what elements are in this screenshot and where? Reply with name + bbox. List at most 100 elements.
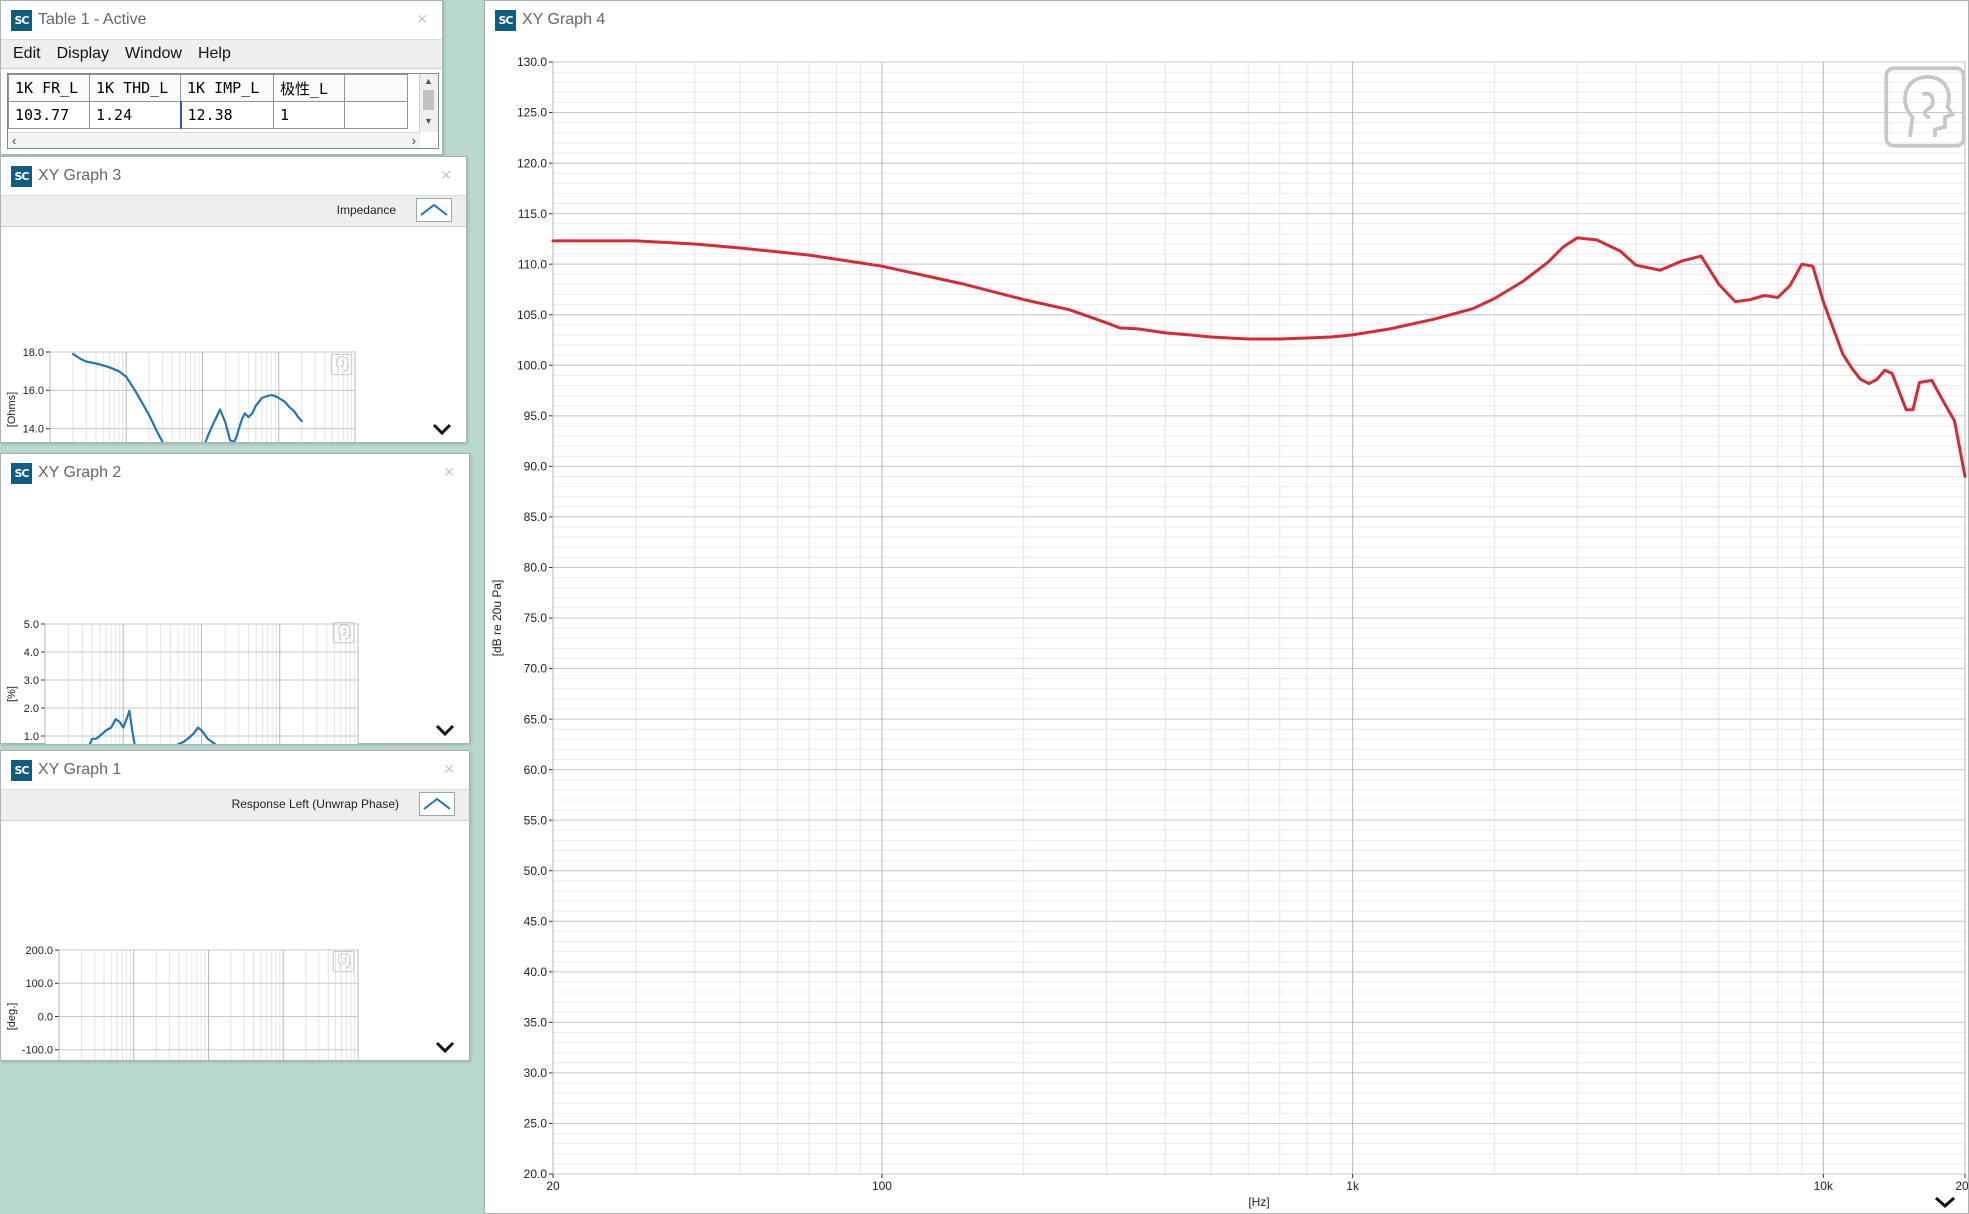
legend-label: Impedance	[336, 203, 396, 217]
line-legend-icon[interactable]	[416, 198, 452, 222]
xy-graph-1-window[interactable]: SC XY Graph 1 ✕ Response Left (Unwrap Ph…	[0, 750, 470, 1061]
y-tick-label: 4.0	[24, 647, 39, 659]
table-cell[interactable]: 1	[273, 101, 345, 129]
y-tick-label: 14.0	[23, 424, 44, 436]
y-tick-label: 110.0	[518, 257, 547, 271]
vertical-scrollbar[interactable]: ▲ ▼	[419, 74, 438, 132]
y-tick-label: 130.0	[517, 55, 547, 69]
scroll-down-icon[interactable]: ▼	[424, 116, 433, 126]
y-tick-label: 35.0	[524, 1016, 548, 1030]
y-tick-label: 16.0	[23, 385, 44, 397]
close-icon[interactable]: ✕	[416, 11, 428, 28]
table1-titlebar[interactable]: SC Table 1 - Active ✕	[1, 1, 442, 39]
window-title: XY Graph 3	[38, 167, 122, 184]
y-tick-label: 200.0	[25, 945, 53, 957]
column-header-empty[interactable]	[344, 74, 408, 102]
close-icon[interactable]: ✕	[443, 761, 455, 778]
y-tick-label: 75.0	[524, 611, 548, 625]
close-icon[interactable]: ✕	[440, 167, 452, 184]
graph3-titlebar[interactable]: SC XY Graph 3 ✕	[1, 157, 466, 195]
y-tick-label: 5.0	[24, 619, 39, 631]
x-tick-label: 20k	[1955, 1179, 1968, 1193]
y-tick-label: 60.0	[524, 763, 548, 777]
y-tick-label: 0.0	[38, 1011, 53, 1023]
sc-app-icon: SC	[11, 462, 32, 484]
graph2-titlebar[interactable]: SC XY Graph 2 ✕	[1, 454, 469, 492]
phase-chart[interactable]: 200.0100.00.0-100.0-200.0101001k10k100k[…	[1, 820, 469, 1060]
table-header-row: 1K FR_L 1K THD_L 1K IMP_L 极性_L	[8, 74, 408, 102]
xy-graph-4-window[interactable]: SC XY Graph 4 130.0 125.0 120.0 115.0 110.0 1…	[484, 0, 1969, 1214]
scroll-right-icon[interactable]: ›	[412, 133, 416, 148]
table-cell[interactable]: 103.77	[8, 101, 90, 129]
menu-edit[interactable]: Edit	[5, 45, 49, 63]
table1-window[interactable]: SC Table 1 - Active ✕ Edit Display Windo…	[0, 0, 443, 155]
y-tick-label: 125.0	[517, 106, 547, 120]
y-tick-label: 100.0	[517, 358, 547, 372]
y-tick-label: 3.0	[24, 675, 39, 687]
y-axis-label: [Ohms]	[6, 392, 18, 427]
horizontal-scrollbar[interactable]: ‹ ›	[8, 132, 420, 148]
graph1-titlebar[interactable]: SC XY Graph 1 ✕	[1, 751, 469, 789]
window-title: Table 1 - Active	[38, 11, 147, 28]
y-tick-label: 18.0	[23, 347, 44, 359]
frequency-response-chart[interactable]: 130.0 125.0 120.0 115.0 110.0 105.0 100.0 95.0 9…	[485, 43, 1968, 1213]
table-cell[interactable]: 1.24	[89, 101, 181, 129]
sc-app-icon: SC	[11, 759, 32, 781]
y-tick-label: 55.0	[524, 813, 548, 827]
scroll-left-icon[interactable]: ‹	[12, 133, 16, 148]
y-tick-label: 95.0	[524, 409, 548, 423]
table-row: 103.77 1.24 12.38 1	[8, 101, 408, 129]
column-header[interactable]: 1K IMP_L	[180, 74, 274, 102]
xy-graph-3-window[interactable]: SC XY Graph 3 ✕ Impedance 18.016.014.012…	[0, 156, 467, 443]
y-tick-label: 90.0	[524, 460, 548, 474]
y-tick-label: 2.0	[24, 703, 39, 715]
y-tick-label: 120.0	[517, 156, 547, 170]
y-tick-label: 30.0	[524, 1066, 548, 1080]
y-tick-label: 25.0	[524, 1117, 548, 1131]
y-axis-label: [dB re 20u Pa]	[490, 580, 504, 657]
thd-chart[interactable]: 5.04.03.02.01.00.0101001k10k100k[Hz][%]	[1, 494, 469, 744]
column-header[interactable]: 1K FR_L	[8, 74, 90, 102]
graph4-titlebar[interactable]: SC XY Graph 4	[485, 1, 1968, 39]
results-table[interactable]: 1K FR_L 1K THD_L 1K IMP_L 极性_L 103.77 1.…	[7, 73, 439, 149]
column-header[interactable]: 极性_L	[273, 74, 345, 102]
data-grid: 1K FR_L 1K THD_L 1K IMP_L 极性_L 103.77 1.…	[8, 74, 408, 129]
y-tick-label: 100.0	[25, 978, 53, 990]
column-header[interactable]: 1K THD_L	[89, 74, 181, 102]
x-axis-label: [Hz]	[1248, 1195, 1269, 1209]
scroll-up-icon[interactable]: ▲	[424, 76, 433, 86]
window-title: XY Graph 4	[522, 11, 606, 28]
y-tick-label: 1.0	[24, 731, 39, 743]
line-legend-icon[interactable]	[419, 792, 455, 816]
table-cell-empty[interactable]	[344, 101, 408, 129]
menu-display[interactable]: Display	[49, 45, 117, 63]
y-tick-label: 105.0	[517, 308, 547, 322]
scroll-thumb[interactable]	[423, 90, 434, 110]
sc-app-icon: SC	[495, 9, 516, 31]
x-tick-label: 10k	[1814, 1179, 1834, 1193]
legend-label: Response Left (Unwrap Phase)	[231, 797, 399, 811]
xy-graph-2-window[interactable]: SC XY Graph 2 ✕ 5.04.03.02.01.00.0101001…	[0, 453, 470, 744]
window-title: XY Graph 2	[38, 464, 122, 481]
y-tick-label: 80.0	[524, 561, 548, 575]
menu-help[interactable]: Help	[190, 45, 239, 63]
sc-app-icon: SC	[11, 9, 32, 31]
y-tick-label: 45.0	[524, 914, 548, 928]
y-tick-label: 20.0	[524, 1167, 548, 1181]
y-tick-label: -100.0	[22, 1045, 53, 1057]
menu-window[interactable]: Window	[117, 45, 190, 63]
chevron-down-icon[interactable]	[1934, 1195, 1956, 1209]
close-icon[interactable]: ✕	[443, 464, 455, 481]
x-tick-label: 1k	[1346, 1179, 1360, 1193]
y-tick-label: 70.0	[524, 662, 548, 676]
x-tick-label: 100	[872, 1179, 892, 1193]
chevron-down-icon[interactable]	[435, 723, 455, 737]
chevron-down-icon[interactable]	[435, 1040, 455, 1054]
impedance-chart[interactable]: 18.016.014.012.0101001k10k100k[Hz][Ohms]	[1, 226, 466, 442]
table-cell[interactable]: 12.38	[179, 101, 274, 129]
menu-bar: Edit Display Window Help	[1, 39, 442, 69]
y-axis-label: [%]	[6, 686, 18, 702]
y-tick-label: 65.0	[524, 712, 548, 726]
x-tick-label: 20	[546, 1179, 560, 1193]
chevron-down-icon[interactable]	[432, 422, 452, 436]
